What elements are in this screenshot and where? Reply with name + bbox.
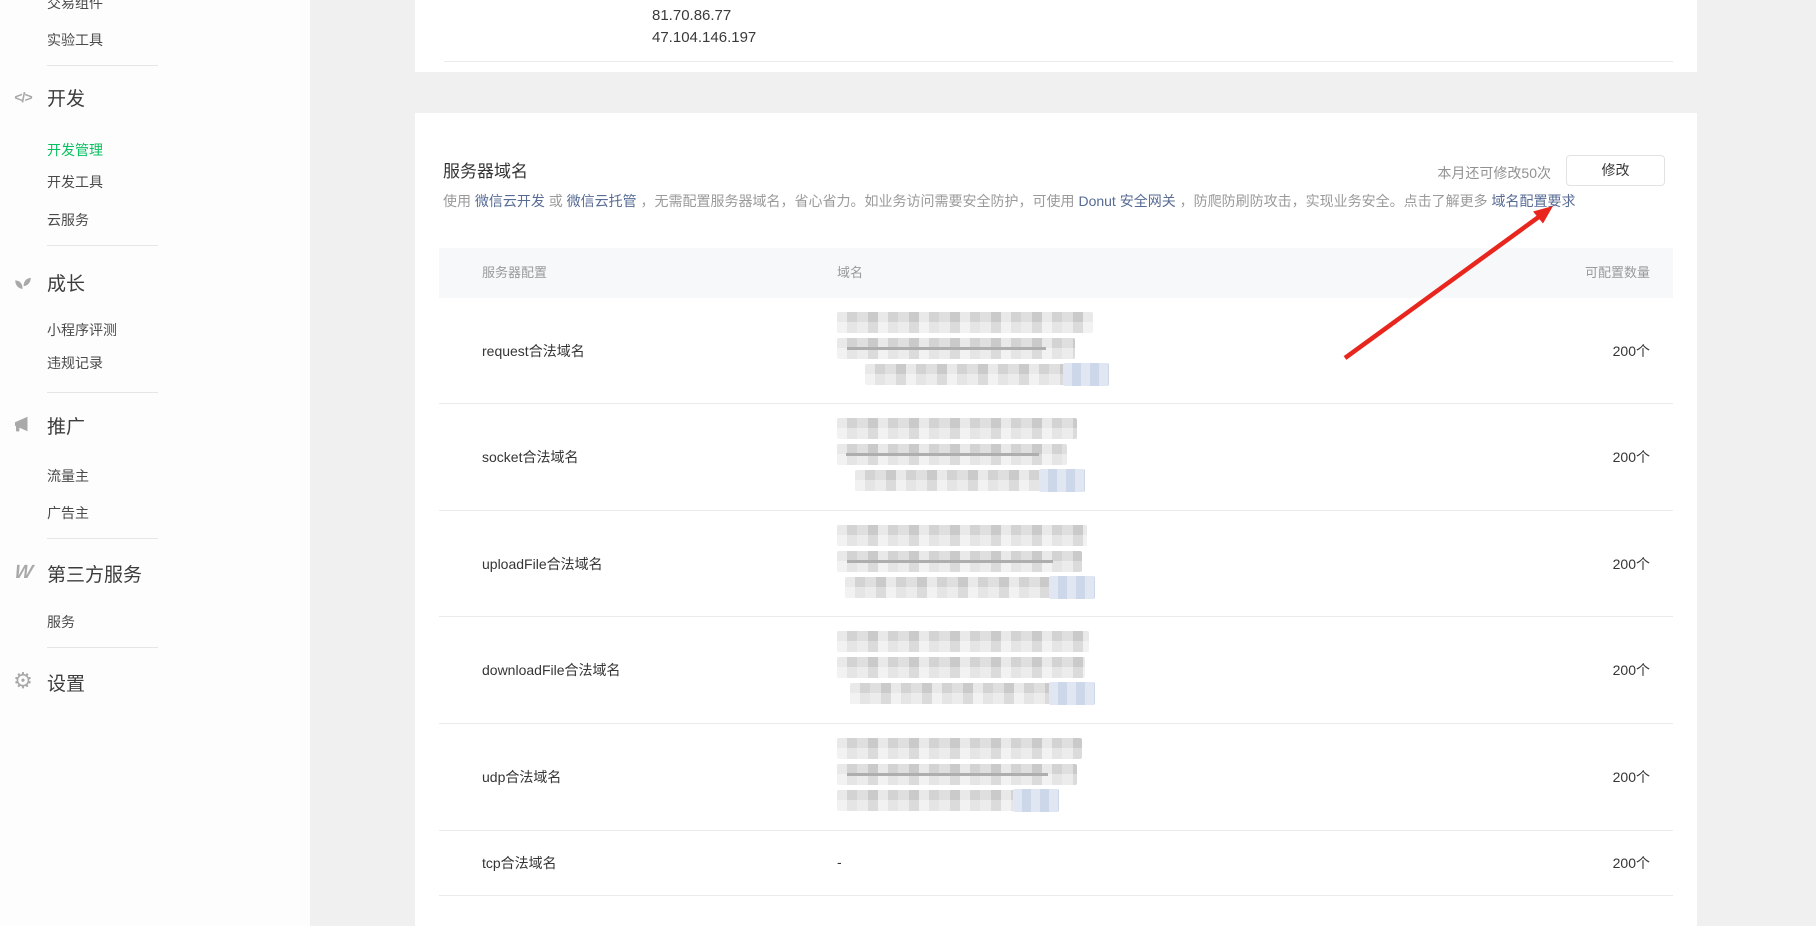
server-domain-panel: 服务器域名 本月还可修改50次 修改 使用 微信云开发 或 微信云托管 ，无需配… [415, 113, 1697, 926]
sidebar-item[interactable]: 违规记录 [47, 353, 103, 373]
sidebar-section-label: 第三方服务 [47, 560, 142, 587]
sidebar-item[interactable]: 小程序评测 [47, 320, 117, 340]
quota-value: 200个 [1613, 341, 1650, 361]
desc-text: 使用 [443, 193, 475, 209]
doc-link[interactable]: 微信云托管 [567, 193, 637, 209]
table-row: socket合法域名 200个 [439, 404, 1673, 511]
sidebar-section-label: 成长 [47, 269, 85, 296]
column-header-quota: 可配置数量 [1585, 248, 1650, 298]
masked-domain-line [837, 657, 1085, 678]
megaphone-icon [10, 413, 36, 437]
ip-list-card: 81.70.86.77 47.104.146.197 [415, 0, 1697, 72]
table-row: downloadFile合法域名 200个 [439, 617, 1673, 724]
row-label: request合法域名 [482, 341, 585, 361]
masked-domain-line [845, 577, 1095, 598]
desc-text: ，防爬防刷防攻击，实现业务安全。点击了解更多 [1176, 193, 1492, 209]
masked-domain-line [837, 338, 1075, 359]
sidebar-section-sprout[interactable]: 成长 [0, 269, 310, 295]
masked-domain-line [837, 418, 1077, 439]
sidebar-divider [47, 647, 158, 648]
column-header-domain: 域名 [837, 248, 863, 298]
domain-cell [837, 312, 1109, 390]
masked-domain-line [837, 312, 1093, 333]
masked-domain-chip [1049, 576, 1095, 599]
table-row: uploadFile合法域名 200个 [439, 511, 1673, 617]
panel-description: 使用 微信云开发 或 微信云托管 ，无需配置服务器域名，省心省力。如业务访问需要… [443, 191, 1575, 211]
sidebar-divider [47, 392, 158, 393]
sidebar-divider [47, 245, 158, 246]
row-label: udp合法域名 [482, 767, 561, 787]
masked-domain-chip [1049, 682, 1095, 705]
masked-domain-line [837, 790, 1059, 811]
masked-domain-line [837, 444, 1067, 465]
desc-text: ，无需配置服务器域名，省心省力。如业务访问需要安全防护，可使用 [637, 193, 1079, 209]
row-label: uploadFile合法域名 [482, 554, 603, 574]
row-label: downloadFile合法域名 [482, 660, 621, 680]
sprout-icon [10, 270, 36, 294]
table-row: DNS预解析域名5个 [439, 896, 1673, 926]
sidebar-section-code[interactable]: </> 开发 [0, 84, 310, 110]
quota-value: 200个 [1613, 447, 1650, 467]
sidebar-divider [47, 538, 158, 539]
sidebar-item[interactable]: 服务 [47, 612, 75, 632]
sidebar-section-third-party[interactable]: W 第三方服务 [0, 560, 310, 586]
sidebar-item[interactable]: 交易组件 [47, 0, 103, 13]
masked-domain-line [865, 364, 1109, 385]
masked-domain-line [850, 683, 1095, 704]
gear-icon: ⚙ [10, 670, 36, 694]
third-party-icon: W [8, 561, 37, 585]
desc-text: 或 [545, 193, 567, 209]
domain-cell [837, 631, 1095, 709]
table-row: tcp合法域名 - 200个 [439, 831, 1673, 896]
masked-domain-chip [1039, 469, 1085, 492]
ip-address: 47.104.146.197 [652, 27, 756, 49]
sidebar-divider [47, 65, 158, 66]
domain-empty-dash: - [837, 854, 842, 870]
sidebar: 交易组件实验工具 </> 开发开发管理开发工具云服务成长小程序评测违规记录推广流量主… [0, 0, 310, 926]
masked-domain-line [837, 631, 1089, 652]
modify-button[interactable]: 修改 [1566, 155, 1665, 186]
domain-cell: - [837, 854, 842, 872]
masked-domain-chip [1063, 363, 1109, 386]
doc-link[interactable]: Donut 安全网关 [1078, 193, 1175, 209]
ip-address: 81.70.86.77 [652, 5, 731, 27]
sidebar-item[interactable]: 开发工具 [47, 172, 103, 192]
domain-cell [837, 738, 1082, 816]
masked-domain-line [837, 525, 1087, 546]
table-header: 服务器配置 域名 可配置数量 [439, 248, 1673, 298]
quota-value: 200个 [1613, 554, 1650, 574]
quota-value: 200个 [1613, 767, 1650, 787]
page: 交易组件实验工具 </> 开发开发管理开发工具云服务成长小程序评测违规记录推广流量主… [0, 0, 1816, 926]
sidebar-section-label: 设置 [47, 669, 85, 696]
modify-quota-note: 本月还可修改50次 [1437, 163, 1551, 183]
row-label: socket合法域名 [482, 447, 578, 467]
doc-link[interactable]: 微信云开发 [475, 193, 545, 209]
quota-value: 200个 [1613, 853, 1650, 873]
row-label: tcp合法域名 [482, 853, 557, 873]
sidebar-section-gear[interactable]: ⚙ 设置 [0, 669, 310, 695]
domain-cell [837, 418, 1085, 496]
table-row: request合法域名 200个 [439, 298, 1673, 404]
column-header-server-config: 服务器配置 [482, 248, 547, 298]
divider [444, 61, 1673, 62]
masked-domain-chip [1013, 789, 1059, 812]
masked-domain-line [837, 551, 1082, 572]
doc-link[interactable]: 域名配置要求 [1491, 193, 1575, 209]
sidebar-item[interactable]: 广告主 [47, 503, 89, 523]
sidebar-section-label: 推广 [47, 412, 85, 439]
domain-cell [837, 525, 1095, 603]
sidebar-section-label: 开发 [47, 84, 85, 111]
quota-value: 200个 [1613, 660, 1650, 680]
masked-domain-line [855, 470, 1085, 491]
sidebar-item[interactable]: 流量主 [47, 466, 89, 486]
table-row: udp合法域名 200个 [439, 724, 1673, 831]
masked-domain-line [837, 738, 1082, 759]
code-icon: </> [10, 85, 36, 109]
masked-domain-line [837, 764, 1077, 785]
sidebar-item-active[interactable]: 开发管理 [47, 140, 103, 160]
sidebar-item[interactable]: 云服务 [47, 210, 89, 230]
page-title: 服务器域名 [443, 157, 528, 182]
sidebar-section-megaphone[interactable]: 推广 [0, 412, 310, 438]
sidebar-item[interactable]: 实验工具 [47, 30, 103, 50]
